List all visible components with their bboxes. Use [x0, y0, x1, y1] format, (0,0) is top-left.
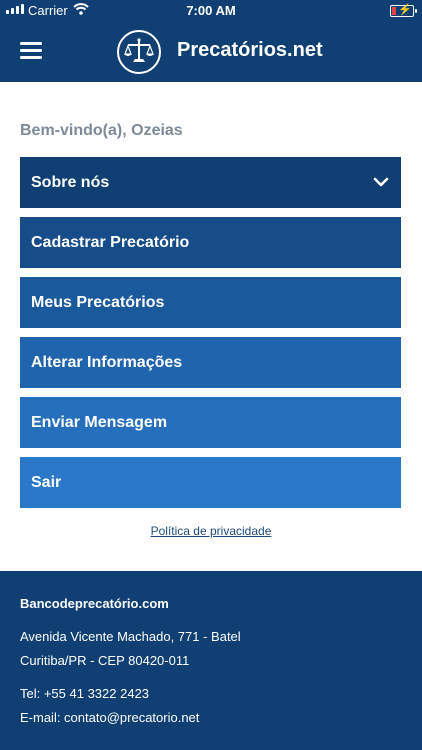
- menu-item-alterar-informacoes[interactable]: Alterar Informações: [20, 337, 401, 388]
- scales-logo-icon: [117, 30, 161, 74]
- menu-item-label: Cadastrar Precatório: [31, 233, 190, 251]
- menu-item-label: Meus Precatórios: [31, 293, 165, 311]
- app-title: Precatórios.net: [177, 39, 323, 61]
- menu-item-cadastrar-precatorio[interactable]: Cadastrar Precatório: [20, 217, 401, 268]
- status-bar: Carrier 7:00 AM ⚡: [0, 0, 422, 22]
- footer-email: E-mail: contato@precatorio.net: [20, 710, 200, 725]
- clock: 7:00 AM: [186, 3, 236, 18]
- privacy-policy-link[interactable]: Política de privacidade: [0, 524, 422, 538]
- welcome-message: Bem-vindo(a), Ozeias: [20, 122, 183, 139]
- menu-item-label: Sair: [31, 473, 62, 491]
- footer-address-line2: Curitiba/PR - CEP 80420-011: [20, 653, 190, 668]
- footer-title: Bancodeprecatório.com: [20, 596, 169, 611]
- menu-icon[interactable]: [20, 42, 42, 60]
- menu-item-meus-precatorios[interactable]: Meus Precatórios: [20, 277, 401, 328]
- menu-item-sair[interactable]: Sair: [20, 457, 401, 508]
- menu-item-sobre-nos[interactable]: Sobre nós: [20, 157, 401, 208]
- chevron-down-icon[interactable]: [373, 174, 389, 190]
- menu-item-enviar-mensagem[interactable]: Enviar Mensagem: [20, 397, 401, 448]
- footer-address-line1: Avenida Vicente Machado, 771 - Batel: [20, 629, 241, 644]
- battery-icon: ⚡: [390, 4, 417, 17]
- footer: Bancodeprecatório.com Avenida Vicente Ma…: [0, 571, 422, 750]
- menu-item-label: Alterar Informações: [31, 353, 183, 371]
- menu-item-label: Sobre nós: [31, 173, 110, 191]
- menu-item-label: Enviar Mensagem: [31, 413, 168, 431]
- main-menu: Sobre nós Cadastrar Precatório Meus Prec…: [20, 157, 401, 517]
- app-header: Precatórios.net: [0, 22, 422, 82]
- footer-phone: Tel: +55 41 3322 2423: [20, 686, 150, 701]
